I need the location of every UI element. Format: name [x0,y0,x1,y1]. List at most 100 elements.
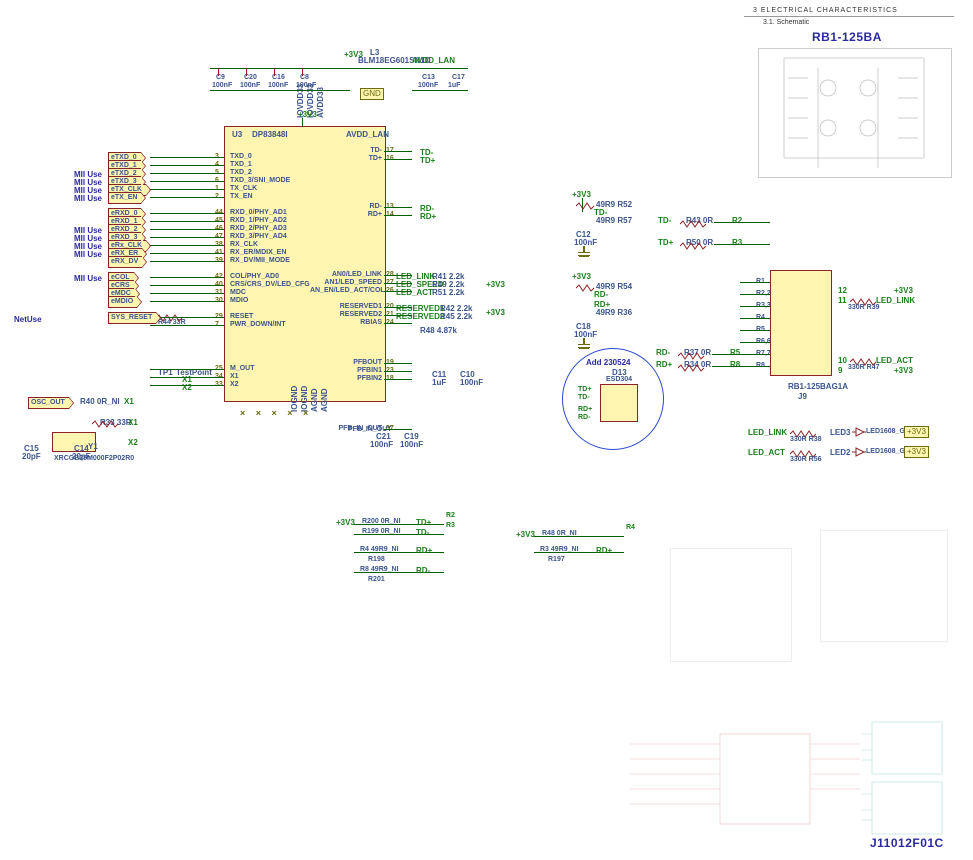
tp1-tdp: TD+ [416,518,431,527]
xtal-ref: Y1 [88,442,98,451]
ic-gnd-xmarks: × × × × × [240,408,312,418]
ic-right-wire-2 [384,207,412,208]
r34-zz [678,364,708,372]
ic-left-name-16: MDIO [230,297,248,304]
rdp-net: RD+ [420,212,436,221]
term2-r36: 49R9 R36 [596,308,632,317]
tp2-rdp: RD+ [596,546,612,555]
r48: R48 4.87k [420,326,457,335]
jack-type: RB1-125BAG1A [788,382,848,391]
v33-jack2: +3V3 [894,366,913,375]
ic-left-wire-20 [150,377,224,378]
term2-rdm: RD- [594,290,608,299]
jack-11: 11 [838,296,846,305]
v33-leds: +3V3 [486,280,505,289]
diff-r8: R8 [730,360,740,369]
ic-right-wire-1 [384,159,412,160]
ic-right-wire-11 [384,371,412,372]
esd-p1: TD- [578,394,590,401]
ic-left-name-5: TX_EN [230,193,253,200]
x2-net: X2 [128,438,138,447]
tp1-r199: R199 0R_NI [362,528,401,535]
ic-right-name-9: RBIAS [310,319,382,326]
ic-left-wire-13 [150,277,224,278]
jack-9: 9 [838,366,842,375]
ic-left-name-2: TXD_2 [230,169,252,176]
ic-left-name-13: COL/PHY_AD0 [230,273,279,280]
r56: 330R R56 [790,456,822,463]
ic-type: DP83848I [252,130,288,139]
ic-left-name-14: CRS/CRS_DV/LED_CFG [230,281,310,288]
r52-zz [576,202,596,222]
r38: 330R R38 [790,436,822,443]
tp1-r200: R200 0R_NI [362,518,401,525]
rb1-title: RB1-125BA [812,30,882,44]
tp1-r198: R198 [368,556,385,563]
ic-left-wire-5 [150,197,224,198]
ic-left-name-18: PWR_DOWN/INT [230,321,286,328]
mii-8: MII Use [74,274,102,283]
ic-left-wire-1 [150,165,224,166]
hdr-sec1: 3 ELECTRICAL CHARACTERISTICS [753,7,898,14]
ext-led-act: LED_ACT [748,448,785,457]
tp1-r201: R201 [368,576,385,583]
tp2-r3: R3 49R9_NI [540,546,579,553]
diff-rdp: RD+ [656,360,672,369]
diff-tdp: TD+ [658,238,673,247]
gnd-flag: GND [360,88,384,100]
v33-tp2: +3V3 [516,530,535,539]
ic-left-wire-10 [150,245,224,246]
ext-led-link: LED_LINK [748,428,787,437]
ic-left-name-0: TXD_0 [230,153,252,160]
ic-left-name-17: RESET [230,313,253,320]
mech-drawing [670,548,792,662]
diff-r5: R5 [730,348,740,357]
decap-val-C16: 100nF [268,82,288,89]
r39: 330R R39 [848,304,880,311]
mii-3: MII Use [74,194,102,203]
ic-ref: U3 [232,130,242,139]
xtal-type: XRCGB25M000F2P02R0 [54,455,134,462]
rb1-diagram [758,48,950,176]
ic-right-wire-3 [384,215,412,216]
decap-val-C13: 100nF [418,82,438,89]
ic-left-wire-8 [150,229,224,230]
r37-zz [678,352,708,360]
ic-right-wire-0 [384,151,412,152]
ic-left-name-21: X2 [230,381,239,388]
ic-left-name-8: RXD_2/PHY_AD3 [230,225,287,232]
led1608g-2: LED1608_G [866,448,905,455]
decap-val-C20: 100nF [240,82,260,89]
ic-left-wire-15 [150,293,224,294]
ic-right-name-10: PFBOUT [310,359,382,366]
ic-left-wire-11 [150,253,224,254]
decap-ref-C13: C13 [422,74,435,81]
ic-left-name-19: M_OUT [230,365,255,372]
c11-val: 1uF [432,378,446,387]
ic-left-wire-2 [150,173,224,174]
ic-left-name-9: RXD_3/PHY_AD4 [230,233,287,240]
ic-left-name-1: TXD_1 [230,161,252,168]
r54-zz [576,284,596,304]
c14-val: 20pF [72,452,91,461]
led2: LED2 [830,448,850,457]
jack-ref: J9 [798,392,807,401]
jack-ledact: LED_ACT [876,356,913,365]
ic-left-wire-12 [150,261,224,262]
tp1-rdm: RD- [416,566,430,575]
led-act-net: LED_ACT [396,288,433,297]
jack-body [770,270,832,376]
ic-left-name-15: MDC [230,289,246,296]
oscout-net: OSC_OUT [28,397,69,409]
v33-led1: +3V3 [904,426,929,438]
ic-left-wire-6 [150,213,224,214]
r40: R40 0R_NI [80,397,120,406]
tp1-r2: R2 [446,512,455,519]
ic-left-wire-9 [150,237,224,238]
tdp-net: TD+ [420,156,435,165]
esd-p0: TD+ [578,386,591,393]
v33-tp1: +3V3 [336,518,355,527]
gnd-term1 [576,246,592,256]
decap-val-C8: 100nF [296,82,316,89]
ic-right-wire-13 [384,429,412,430]
